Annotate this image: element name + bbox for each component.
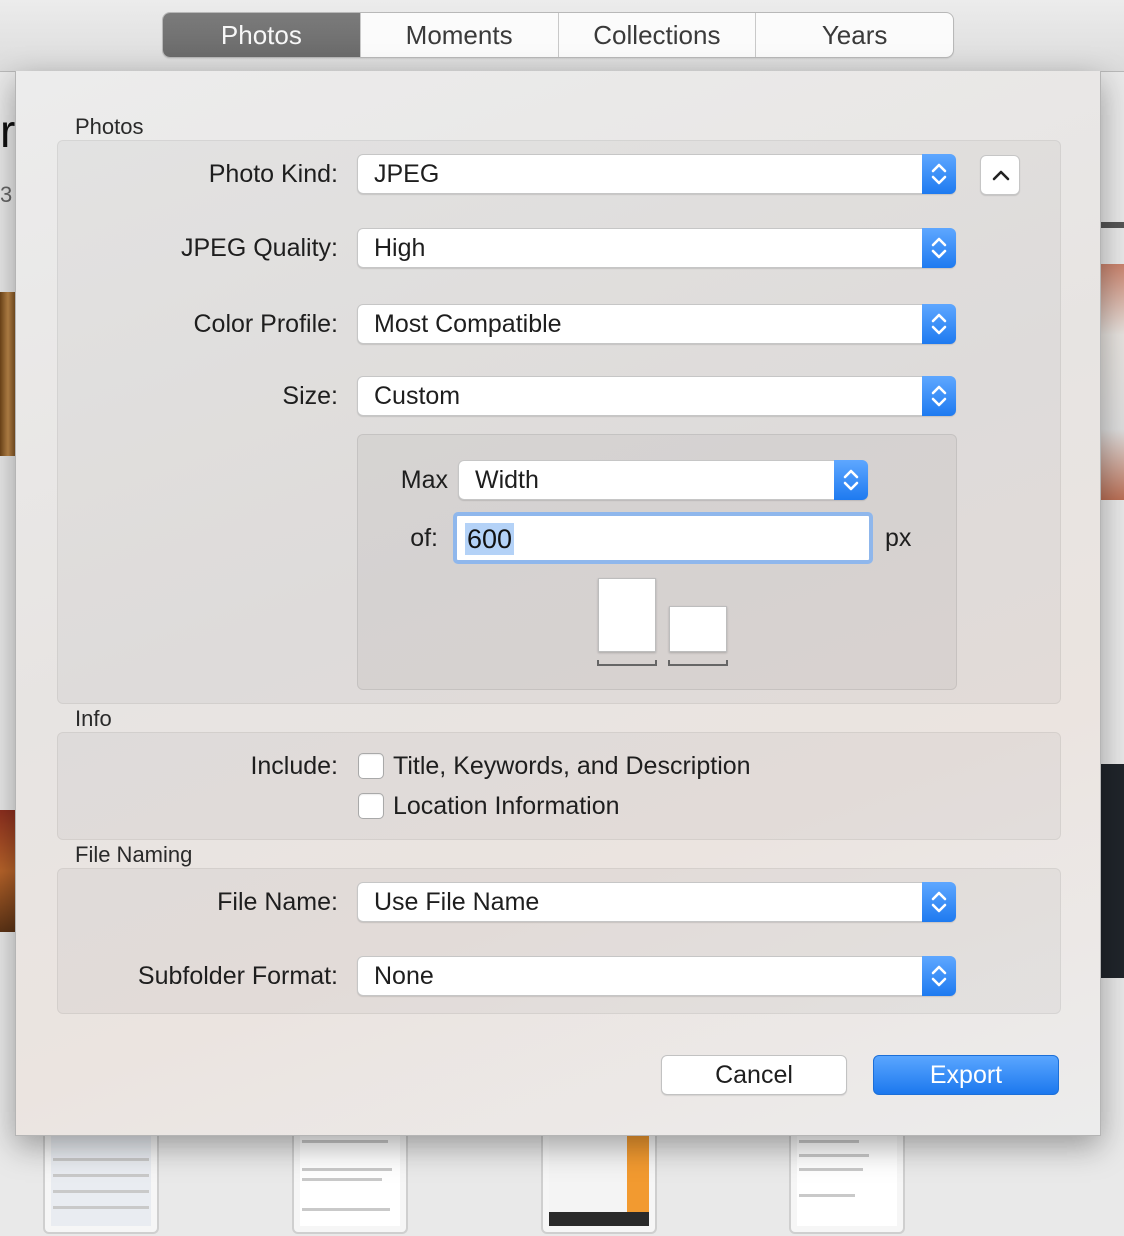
unit-label: px [885, 524, 912, 552]
landscape-orientation-icon [669, 606, 727, 652]
file-name-value: Use File Name [374, 888, 540, 916]
max-size-value: 600 [465, 523, 515, 555]
background-photos-right [1100, 220, 1124, 980]
color-profile-label: Color Profile: [193, 310, 339, 338]
jpeg-quality-value: High [374, 234, 426, 262]
tab-moments[interactable]: Moments [361, 13, 559, 57]
background-text-fragment: 3 [0, 182, 13, 207]
view-segmented-control: Photos Moments Collections Years [162, 12, 954, 58]
background-thumbnail-strip [0, 1128, 1124, 1236]
background-divider [1100, 222, 1124, 228]
title-keywords-description-label: Title, Keywords, and Description [393, 752, 751, 780]
size-popup[interactable]: Custom [357, 376, 956, 416]
up-down-chevrons-icon [922, 376, 956, 416]
file-name-popup[interactable]: Use File Name [357, 882, 956, 922]
subfolder-format-popup[interactable]: None [357, 956, 956, 996]
background-thumbnail[interactable] [789, 1128, 905, 1234]
background-thumbnail[interactable] [43, 1128, 159, 1234]
background-title-fragment: r [0, 105, 16, 157]
up-down-chevrons-icon [922, 154, 956, 194]
cancel-button[interactable]: Cancel [661, 1055, 847, 1095]
color-profile-value: Most Compatible [374, 310, 562, 338]
photo-kind-label: Photo Kind: [208, 160, 338, 188]
of-label: of: [410, 524, 438, 552]
section-title-info: Info [75, 706, 112, 731]
background-photo-left-top [0, 292, 16, 456]
background-thumbnail[interactable] [541, 1128, 657, 1234]
title-keywords-description-checkbox[interactable] [358, 753, 384, 779]
tab-photos[interactable]: Photos [163, 13, 361, 57]
info-section-box [57, 732, 1061, 840]
background-photo-left-bottom [0, 810, 16, 932]
up-down-chevrons-icon [922, 304, 956, 344]
tab-years[interactable]: Years [756, 13, 953, 57]
export-button[interactable]: Export [873, 1055, 1059, 1095]
background-photo-right-top [1100, 264, 1124, 500]
subfolder-format-label: Subfolder Format: [137, 962, 338, 990]
size-label: Size: [282, 382, 338, 410]
chevron-up-icon [992, 170, 1010, 181]
toolbar: Photos Moments Collections Years [0, 0, 1124, 72]
tab-collections[interactable]: Collections [559, 13, 757, 57]
up-down-chevrons-icon [922, 956, 956, 996]
up-down-chevrons-icon [922, 228, 956, 268]
photo-kind-popup[interactable]: JPEG [357, 154, 956, 194]
max-label: Max [400, 466, 448, 494]
include-label: Include: [250, 752, 338, 780]
jpeg-quality-label: JPEG Quality: [181, 234, 338, 262]
color-profile-popup[interactable]: Most Compatible [357, 304, 956, 344]
max-dimension-popup[interactable]: Width [458, 460, 868, 500]
photo-kind-value: JPEG [374, 160, 440, 188]
collapse-details-button[interactable] [980, 155, 1020, 195]
landscape-orientation-base [668, 660, 728, 666]
up-down-chevrons-icon [922, 882, 956, 922]
background-photo-right-bottom [1100, 764, 1124, 978]
jpeg-quality-popup[interactable]: High [357, 228, 956, 268]
subfolder-format-value: None [374, 962, 434, 990]
background-thumbnail[interactable] [292, 1128, 408, 1234]
export-dialog: Photos Photo Kind: JPEG JPEG Quality: Hi… [15, 71, 1101, 1136]
size-value: Custom [374, 382, 461, 410]
portrait-orientation-base [597, 660, 657, 666]
max-size-input[interactable]: 600 [453, 512, 873, 564]
location-information-checkbox[interactable] [358, 793, 384, 819]
file-name-label: File Name: [217, 888, 338, 916]
location-information-label: Location Information [393, 792, 620, 820]
max-dimension-value: Width [475, 466, 539, 494]
section-title-photos: Photos [75, 114, 144, 139]
up-down-chevrons-icon [834, 460, 868, 500]
portrait-orientation-icon [598, 578, 656, 652]
section-title-file-naming: File Naming [75, 842, 193, 867]
